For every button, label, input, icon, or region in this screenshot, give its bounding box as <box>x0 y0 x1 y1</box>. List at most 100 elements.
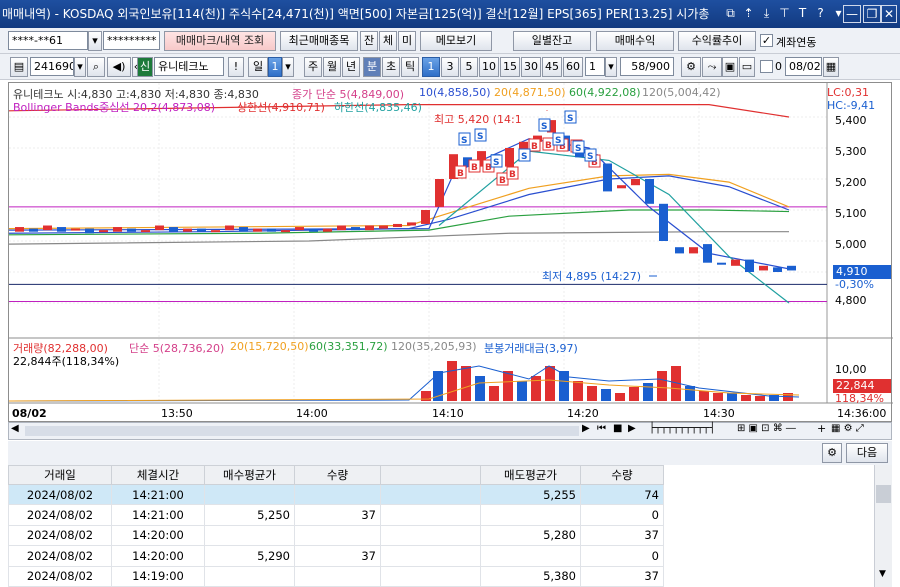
time-tick: 14:20 <box>567 407 599 420</box>
interval-1[interactable]: 1 <box>422 57 440 77</box>
chart-scrollbar[interactable]: ◀ ▶ ⏮ ■ ▶ ├┬┬┬┬┬┬┬┬┬┤ ⊞ ▣ ⊡ ⌘ ― + ▦ ⚙ ⤢ <box>8 422 892 440</box>
cell <box>294 483 381 506</box>
pin-icon[interactable]: ⇡ <box>741 5 756 22</box>
window-title: 매매내역) - KOSDAQ 외국인보유[114(천)] 주식수[24,471(… <box>2 7 710 21</box>
period-year[interactable]: 년 <box>342 57 360 77</box>
download-icon[interactable]: ⤓ <box>759 5 774 22</box>
period-day[interactable]: 일 <box>248 57 268 77</box>
scroll-left-icon[interactable]: ◀ <box>11 423 19 434</box>
stock-list-icon[interactable]: ▤ <box>10 57 28 77</box>
period-month[interactable]: 월 <box>323 57 341 77</box>
price-chart[interactable]: BBBBBBBBBBSSSSSSSSS 유니테크노 시:4,830 고:4,83… <box>8 82 893 422</box>
code-dropdown-icon[interactable]: ▾ <box>74 57 86 77</box>
chevron-down-icon[interactable]: ▾ <box>88 31 102 51</box>
table-row[interactable]: 2024/08/02 14:21:00 5,255 74 <box>8 483 874 506</box>
next-button[interactable]: 다음 <box>846 443 888 463</box>
count-dropdown-icon[interactable]: ▾ <box>605 57 617 77</box>
cell <box>204 483 295 506</box>
account-select[interactable]: ****-**61 <box>8 31 88 50</box>
profit-rate-button[interactable]: 수익률추이 <box>678 31 756 51</box>
price-tick: 5,100 <box>835 207 867 220</box>
memo-button[interactable]: 메모보기 <box>420 31 492 51</box>
zoom-in-icon[interactable]: + <box>817 422 826 435</box>
stock-code-input[interactable]: 241690 <box>30 57 74 76</box>
scroll-down-icon[interactable]: ▼ <box>879 569 886 579</box>
period-num[interactable]: 1 <box>268 57 282 77</box>
chart-settings-icon[interactable]: ⚙ <box>681 57 701 77</box>
save-icon[interactable]: ▣ <box>722 57 738 77</box>
grid-icon[interactable]: ▦ ⚙ ⤢ <box>831 423 864 434</box>
recent-trade-button[interactable]: 최근매매종목 <box>280 31 358 51</box>
period-minute[interactable]: 분 <box>363 57 381 77</box>
daily-balance-button[interactable]: 일별잔고 <box>513 31 591 51</box>
minimize-icon[interactable]: — <box>843 5 861 23</box>
interval-60[interactable]: 60 <box>563 57 583 77</box>
window-link-icon[interactable]: ⧉ <box>723 5 738 22</box>
period-tick[interactable]: 틱 <box>401 57 419 77</box>
cell: 0 <box>580 504 664 526</box>
trade-marker-label: S <box>587 152 593 162</box>
bb-center-legend: Bollinger Bands중심선 20,2(4,873,08) <box>13 101 216 114</box>
stop-icon[interactable]: ■ <box>613 423 622 434</box>
count-input[interactable]: 1 <box>585 57 605 76</box>
fill-button[interactable]: 체 <box>379 31 397 51</box>
scroll-thumb[interactable] <box>876 485 891 503</box>
interval-30[interactable]: 30 <box>521 57 541 77</box>
linked-checkbox[interactable]: ✓ <box>760 34 773 47</box>
search-icon[interactable]: ⌕ <box>87 57 105 77</box>
volume-bar <box>713 393 723 401</box>
interval-45[interactable]: 45 <box>542 57 562 77</box>
cell: 2024/08/02 <box>8 504 112 526</box>
scroll-track[interactable] <box>25 426 579 436</box>
period-week[interactable]: 주 <box>304 57 322 77</box>
zoom-slider-icon[interactable]: ├┬┬┬┬┬┬┬┬┬┤ <box>649 423 715 434</box>
col-header: 매수평균가 <box>204 465 295 485</box>
data-range-field[interactable]: 58/900 <box>620 57 674 76</box>
text-icon[interactable]: T <box>795 5 810 22</box>
date-checkbox[interactable] <box>760 60 773 73</box>
play-back-icon[interactable]: ⏮ <box>597 423 606 434</box>
candle-down <box>267 228 276 232</box>
interval-15[interactable]: 15 <box>500 57 520 77</box>
time-tick: 08/02 <box>12 407 47 420</box>
password-field[interactable]: ********* <box>103 31 160 50</box>
restore-icon[interactable]: ❐ <box>863 5 881 23</box>
window-icon[interactable]: ▭ <box>739 57 755 77</box>
date-input[interactable]: 08/02 <box>785 57 822 76</box>
volume-bar <box>727 393 737 401</box>
scroll-right-icon[interactable]: ▶ <box>582 423 590 434</box>
cell: 5,280 <box>480 524 581 547</box>
play-icon[interactable]: ▶ <box>628 423 636 434</box>
table-scrollbar[interactable]: ▼ <box>874 465 892 587</box>
interval-10[interactable]: 10 <box>479 57 499 77</box>
candle-up <box>365 225 374 231</box>
unfilled-button[interactable]: 미 <box>398 31 416 51</box>
trade-profit-button[interactable]: 매매수익 <box>596 31 674 51</box>
alert-icon[interactable]: ! <box>228 57 244 77</box>
trade-marker-label: S <box>541 122 547 132</box>
zero-label: 0 <box>775 60 782 73</box>
table-row[interactable]: 2024/08/02 14:21:00 5,250 37 0 <box>8 504 874 526</box>
new-stock-badge: 신 <box>137 57 153 77</box>
table-row[interactable]: 2024/08/02 14:20:00 5,290 37 0 <box>8 545 874 567</box>
pin-top-icon[interactable]: ⊤ <box>777 5 792 22</box>
volume-pct: 118,34% <box>835 392 884 405</box>
chart-tools-icon[interactable]: ⊞ ▣ ⊡ ⌘ ― <box>737 423 796 434</box>
trade-mark-button[interactable]: 매매마크/내역 조회 <box>164 31 276 51</box>
interval-5[interactable]: 5 <box>460 57 478 77</box>
calendar-icon[interactable]: ▦ <box>823 57 839 77</box>
period-second[interactable]: 초 <box>382 57 400 77</box>
trade-marker-label: S <box>575 144 581 154</box>
interval-3[interactable]: 3 <box>441 57 459 77</box>
time-tick: 13:50 <box>161 407 193 420</box>
candle-down <box>603 163 612 192</box>
sound-icon[interactable]: ◀) <box>107 57 131 77</box>
settings-icon[interactable]: ⚙ <box>822 443 842 463</box>
table-row[interactable]: 2024/08/02 14:19:00 5,380 37 <box>8 565 874 587</box>
close-icon[interactable]: ✕ <box>881 5 897 23</box>
help-icon[interactable]: ? <box>813 5 828 22</box>
table-row[interactable]: 2024/08/02 14:20:00 5,280 37 <box>8 524 874 547</box>
balance-button[interactable]: 잔 <box>360 31 378 51</box>
trend-icon[interactable]: ⤳ <box>702 57 722 77</box>
period-dropdown-icon[interactable]: ▾ <box>282 57 294 77</box>
